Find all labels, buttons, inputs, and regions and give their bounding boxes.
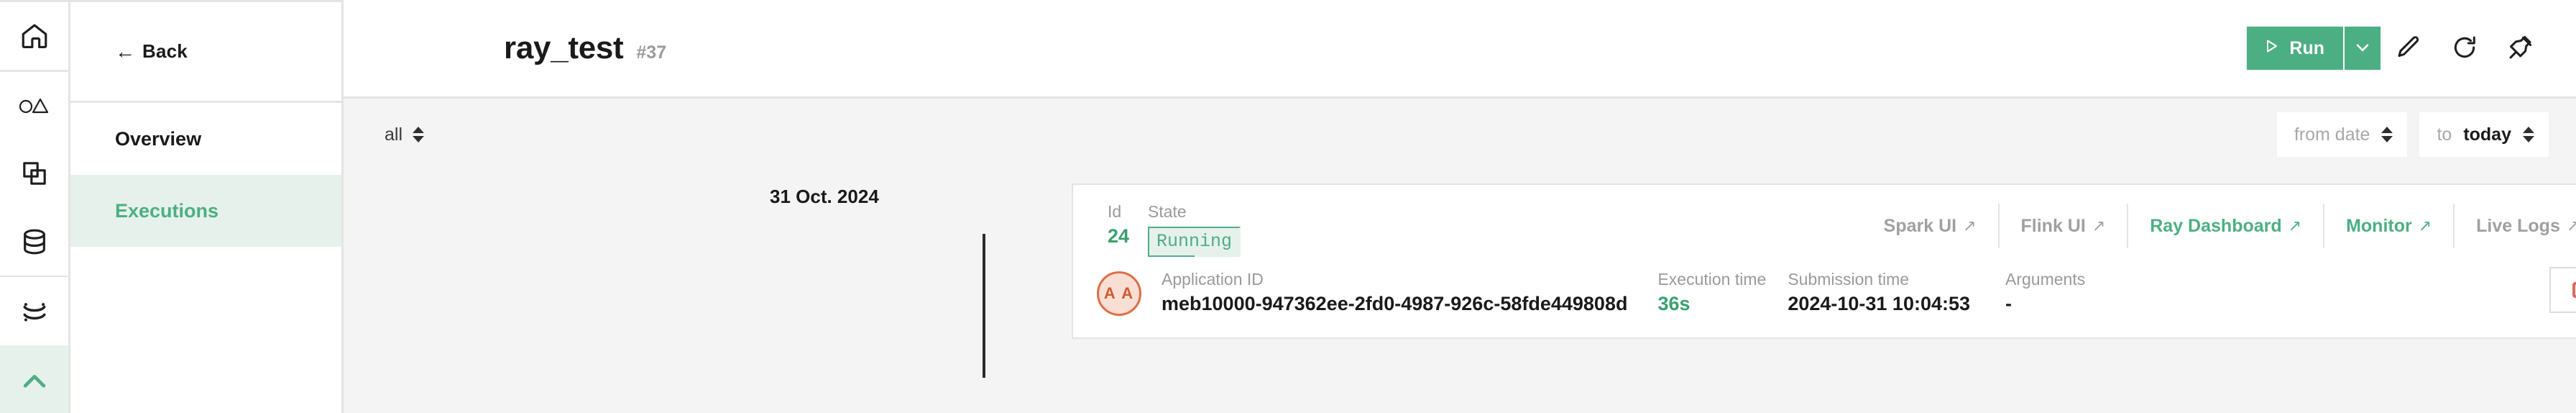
link-live-logs[interactable]: Live Logs ↗ bbox=[2453, 204, 2576, 248]
rail-item-home[interactable] bbox=[0, 2, 68, 70]
to-date-prefix: to bbox=[2437, 124, 2452, 145]
link-label: Live Logs bbox=[2476, 215, 2560, 236]
page-header: ray_test #37 Run bbox=[344, 0, 2576, 99]
link-ray-dashboard[interactable]: Ray Dashboard ↗ bbox=[2127, 204, 2323, 248]
refresh-button[interactable] bbox=[2437, 23, 2493, 73]
run-button[interactable]: Run bbox=[2247, 27, 2343, 70]
filter-bar: all from date to today bbox=[344, 99, 2576, 171]
content-area: all from date to today 31 Oct. 2024 Id 2… bbox=[344, 99, 2576, 413]
stepper-icon bbox=[2381, 127, 2393, 142]
page-title-text: ray_test bbox=[504, 30, 624, 65]
external-link-icon: ↗ bbox=[2566, 217, 2576, 235]
date-filter-group: from date to today bbox=[2276, 112, 2549, 157]
arguments-field: Arguments - bbox=[2005, 271, 2085, 314]
main-region: ray_test #37 Run all from date to today … bbox=[344, 0, 2576, 413]
stepper-icon bbox=[2523, 127, 2534, 142]
execution-links: Spark UI ↗ Flink UI ↗ Ray Dashboard ↗ Mo… bbox=[1862, 204, 2576, 248]
link-flink-ui[interactable]: Flink UI ↗ bbox=[1997, 204, 2128, 248]
execution-time-value: 36s bbox=[1657, 293, 1690, 314]
shapes-icon bbox=[18, 95, 51, 117]
page-title-number: #37 bbox=[636, 42, 667, 63]
stop-square-icon bbox=[2572, 282, 2576, 298]
primary-icon-rail bbox=[0, 0, 70, 413]
arguments-label: Arguments bbox=[2005, 270, 2086, 289]
external-link-icon: ↗ bbox=[2092, 217, 2106, 235]
flow-icon bbox=[19, 296, 50, 327]
submission-time-value: 2024-10-31 10:04:53 bbox=[1788, 293, 1971, 314]
link-label: Ray Dashboard bbox=[2150, 215, 2282, 236]
execution-card-header: Id 24 State Running Spark UI ↗ Flink UI … bbox=[1073, 185, 2576, 257]
link-label: Flink UI bbox=[2020, 215, 2086, 236]
cloud-icon bbox=[19, 363, 50, 395]
avatar: A A bbox=[1097, 271, 1141, 316]
external-link-icon: ↗ bbox=[2418, 217, 2432, 235]
back-label: Back bbox=[142, 40, 188, 62]
run-options-button[interactable] bbox=[2343, 27, 2380, 70]
rail-item-data[interactable] bbox=[0, 207, 68, 275]
stepper-icon bbox=[413, 127, 425, 142]
stop-button[interactable]: Stop bbox=[2549, 267, 2576, 313]
home-icon bbox=[19, 21, 50, 51]
link-monitor[interactable]: Monitor ↗ bbox=[2323, 204, 2453, 248]
rail-item-projects[interactable] bbox=[0, 140, 68, 207]
external-link-icon: ↗ bbox=[1963, 217, 1977, 235]
timeline-vertical-line bbox=[983, 234, 985, 378]
to-date-input[interactable]: to today bbox=[2419, 112, 2549, 157]
execution-id-value: 24 bbox=[1108, 225, 1130, 247]
run-button-label: Run bbox=[2289, 37, 2324, 58]
sidebar-item-label: Executions bbox=[115, 199, 219, 222]
submission-time-field: Submission time 2024-10-31 10:04:53 bbox=[1788, 271, 1970, 314]
secondary-sidebar: ← Back Overview Executions bbox=[70, 0, 344, 413]
arrow-left-icon: ← bbox=[115, 40, 135, 63]
execution-time-field: Execution time 36s bbox=[1657, 271, 1766, 314]
refresh-icon bbox=[2451, 34, 2478, 63]
execution-state-field: State Running bbox=[1148, 204, 1241, 257]
copy-icon bbox=[20, 159, 49, 188]
edit-button[interactable] bbox=[2380, 23, 2437, 73]
link-spark-ui[interactable]: Spark UI ↗ bbox=[1862, 204, 1998, 248]
link-label: Spark UI bbox=[1883, 215, 1957, 236]
rail-item-cloud[interactable] bbox=[0, 345, 68, 413]
sidebar-item-executions[interactable]: Executions bbox=[70, 175, 341, 247]
scope-select-value: all bbox=[385, 124, 403, 145]
application-id-value: meb10000-947362ee-2fd0-4987-926c-58fde44… bbox=[1162, 293, 1628, 314]
execution-card-details: A A Application ID meb10000-947362ee-2fd… bbox=[1073, 257, 2576, 337]
pin-icon bbox=[2507, 34, 2534, 63]
back-button[interactable]: ← Back bbox=[70, 2, 341, 101]
submission-time-label: Submission time bbox=[1788, 270, 1910, 289]
app-root: ← Back Overview Executions ray_test #37 bbox=[0, 0, 2576, 413]
sidebar-item-label: Overview bbox=[115, 127, 202, 150]
from-date-input[interactable]: from date bbox=[2276, 112, 2408, 157]
page-title: ray_test #37 bbox=[504, 30, 666, 66]
pin-button[interactable] bbox=[2493, 23, 2549, 73]
arguments-value: - bbox=[2005, 293, 2012, 314]
external-link-icon: ↗ bbox=[2288, 217, 2302, 235]
timeline-day-label: 31 Oct. 2024 bbox=[770, 186, 879, 207]
sidebar-item-overview[interactable]: Overview bbox=[70, 103, 341, 175]
database-icon bbox=[20, 227, 49, 256]
execution-state-label: State bbox=[1148, 202, 1187, 221]
status-badge: Running bbox=[1148, 227, 1241, 257]
scope-select[interactable]: all bbox=[385, 124, 425, 145]
play-icon bbox=[2263, 37, 2280, 60]
header-actions: Run bbox=[2247, 23, 2549, 73]
pencil-icon bbox=[2395, 34, 2422, 63]
execution-id-label: Id bbox=[1108, 202, 1122, 221]
application-id-label: Application ID bbox=[1162, 270, 1264, 289]
chevron-down-icon bbox=[2353, 38, 2372, 59]
rail-item-flows[interactable] bbox=[0, 277, 68, 345]
to-date-value: today bbox=[2463, 124, 2511, 145]
rail-item-shapes[interactable] bbox=[0, 72, 68, 140]
application-id-field: Application ID meb10000-947362ee-2fd0-49… bbox=[1162, 271, 1627, 314]
execution-id-field: Id 24 bbox=[1108, 204, 1148, 246]
from-date-placeholder: from date bbox=[2294, 124, 2370, 145]
run-button-group: Run bbox=[2247, 27, 2380, 70]
execution-time-label: Execution time bbox=[1657, 270, 1767, 289]
execution-card[interactable]: Id 24 State Running Spark UI ↗ Flink UI … bbox=[1072, 183, 2576, 339]
link-label: Monitor bbox=[2346, 215, 2412, 236]
